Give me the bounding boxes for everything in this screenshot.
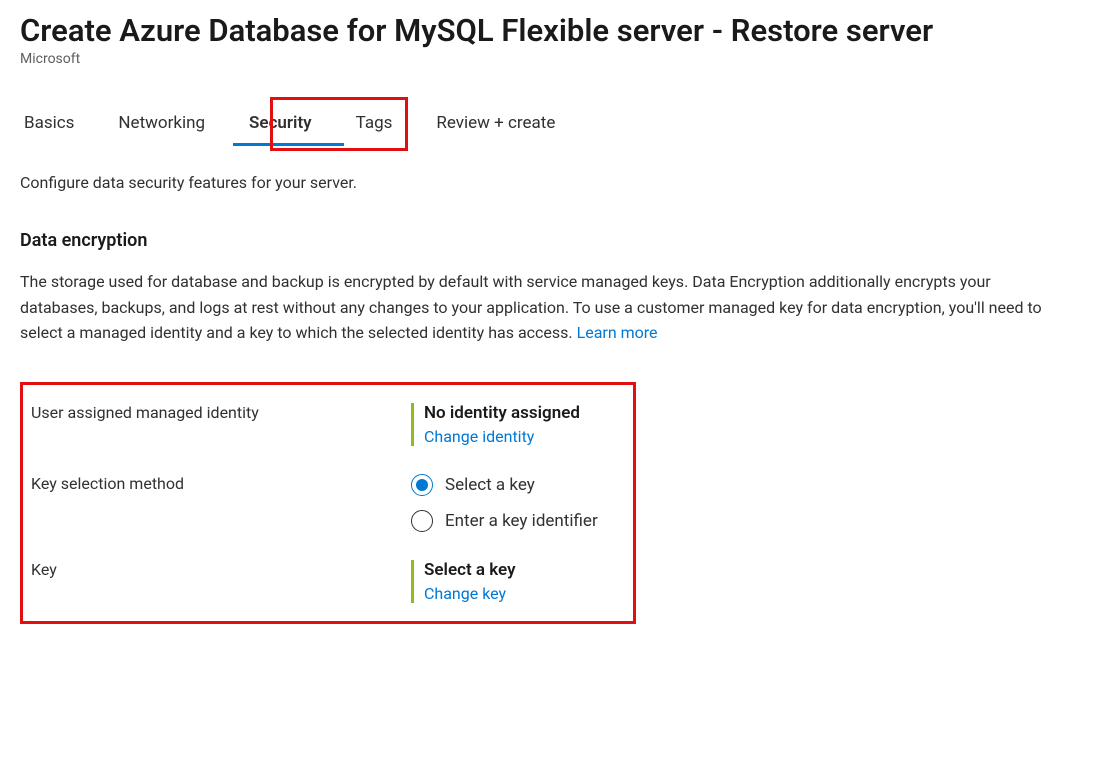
radio-group-key-method: Select a key Enter a key identifier	[411, 474, 619, 532]
section-description: The storage used for database and backup…	[20, 269, 1060, 346]
learn-more-link[interactable]: Learn more	[577, 323, 658, 342]
change-identity-link[interactable]: Change identity	[424, 427, 619, 446]
tab-tags[interactable]: Tags	[352, 103, 397, 143]
tab-networking[interactable]: Networking	[114, 103, 209, 143]
section-heading-data-encryption: Data encryption	[20, 230, 1079, 251]
tab-review-create[interactable]: Review + create	[432, 103, 559, 143]
change-key-link[interactable]: Change key	[424, 584, 619, 603]
label-key: Key	[31, 560, 411, 579]
label-key-selection-method: Key selection method	[31, 474, 411, 493]
section-description-text: The storage used for database and backup…	[20, 272, 1042, 342]
label-managed-identity: User assigned managed identity	[31, 403, 411, 422]
page-subtitle: Microsoft	[20, 51, 1079, 67]
annotation-highlight-form: User assigned managed identity No identi…	[20, 382, 636, 624]
radio-select-a-key[interactable]: Select a key	[411, 474, 619, 496]
radio-label: Select a key	[445, 475, 535, 495]
radio-enter-key-identifier[interactable]: Enter a key identifier	[411, 510, 619, 532]
row-key: Key Select a key Change key	[31, 560, 619, 603]
radio-icon	[411, 474, 433, 496]
row-managed-identity: User assigned managed identity No identi…	[31, 403, 619, 446]
row-key-selection-method: Key selection method Select a key Enter …	[31, 474, 619, 532]
tab-basics[interactable]: Basics	[20, 103, 78, 143]
tab-security[interactable]: Security	[245, 103, 316, 143]
page-title: Create Azure Database for MySQL Flexible…	[20, 12, 1079, 49]
radio-label: Enter a key identifier	[445, 511, 598, 531]
radio-icon	[411, 510, 433, 532]
tabs-bar: Basics Networking Security Tags Review +…	[20, 103, 1079, 143]
value-managed-identity: No identity assigned	[424, 403, 619, 423]
value-key: Select a key	[424, 560, 619, 580]
intro-text: Configure data security features for you…	[20, 173, 1079, 192]
